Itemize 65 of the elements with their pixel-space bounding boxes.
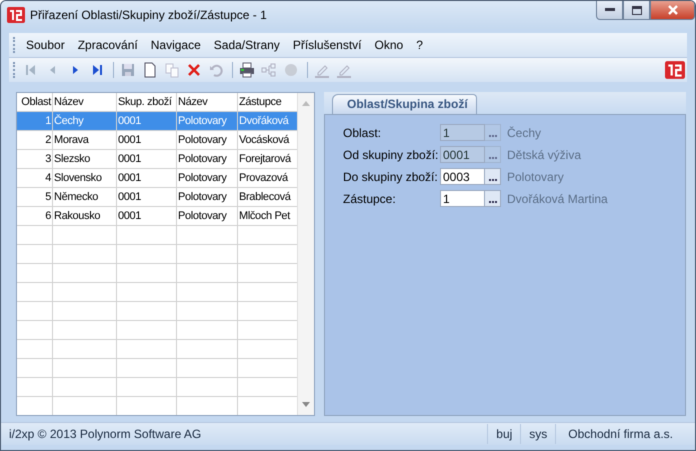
tab[interactable]: Oblast/Skupina zboží (332, 94, 477, 114)
window-title: Přiřazení Oblasti/Skupiny zboží/Zástupce - 1 (30, 8, 268, 22)
system-text: sys (520, 424, 556, 444)
menu-item[interactable]: Navigace (146, 38, 206, 52)
scroll-up-icon[interactable] (302, 101, 310, 106)
app-logo-icon (665, 61, 685, 79)
table-cell: 2 (17, 131, 53, 149)
browse-button[interactable] (485, 168, 501, 185)
table-cell: Polotovary (177, 207, 238, 225)
table-cell: Polotovary (177, 112, 238, 130)
browse-button[interactable] (485, 190, 501, 207)
input-field[interactable]: 1 (440, 190, 485, 207)
table-cell: Slezsko (53, 150, 117, 168)
field-description: Čechy (507, 126, 542, 140)
column-header[interactable]: Oblast (17, 93, 53, 111)
close-button[interactable] (650, 1, 695, 20)
maximize-icon (632, 6, 642, 14)
table-cell: Rakousko (53, 207, 117, 225)
scrollbar[interactable] (297, 93, 314, 415)
user-text: buj (487, 424, 520, 444)
field-description: Dětská výživa (507, 148, 582, 162)
menu-item[interactable]: Zpracování (72, 38, 143, 52)
table-cell: Polotovary (177, 188, 238, 206)
minimize-icon (604, 8, 614, 12)
column-header[interactable]: Skup. zboží (117, 93, 177, 111)
field-label: Zástupce: (343, 192, 397, 206)
table-cell: 0001 (117, 207, 177, 225)
table-cell: 0001 (117, 131, 177, 149)
scroll-down-icon[interactable] (302, 402, 310, 407)
column-header[interactable]: Název (53, 93, 117, 111)
menu-item[interactable]: ? (411, 38, 428, 52)
table-cell: 1 (17, 112, 53, 130)
table-cell: Polotovary (177, 131, 238, 149)
field-description: Polotovary (507, 170, 564, 184)
field-label: Od skupiny zboží: (343, 148, 440, 162)
table-cell: 3 (17, 150, 53, 168)
column-header[interactable]: Název (177, 93, 238, 111)
menu-item[interactable]: Soubor (21, 38, 70, 52)
company-text: Obchodní firma a.s. (555, 424, 695, 444)
minimize-button[interactable] (596, 1, 623, 20)
table-cell: 0001 (117, 150, 177, 168)
copyright-text: i/2xp © 2013 Polynorm Software AG (8, 426, 202, 443)
menu-item[interactable]: Okno (370, 38, 408, 52)
menu-item[interactable]: Příslušenství (288, 38, 367, 52)
table-cell: 6 (17, 207, 53, 225)
table-cell: Německo (53, 188, 117, 206)
app-logo-icon (7, 7, 25, 23)
input-field[interactable]: 0003 (440, 168, 485, 185)
table-cell: 0001 (117, 169, 177, 187)
table-cell: Polotovary (177, 169, 238, 187)
maximize-button[interactable] (623, 1, 650, 20)
field-description: Dvořáková Martina (507, 192, 608, 206)
close-icon (666, 5, 678, 15)
table-cell: 0001 (117, 188, 177, 206)
table-cell: 4 (17, 169, 53, 187)
field-label: Oblast: (343, 126, 382, 140)
table-cell: 0001 (117, 112, 177, 130)
table-cell: Slovensko (53, 169, 117, 187)
table-cell: Morava (53, 131, 117, 149)
menu-item[interactable]: Sada/Strany (208, 38, 285, 52)
field-label: Do skupiny zboží: (343, 170, 439, 184)
table-cell: 5 (17, 188, 53, 206)
table-cell: Polotovary (177, 150, 238, 168)
printer-icon[interactable] (237, 60, 257, 80)
table-cell: Čechy (53, 112, 117, 130)
